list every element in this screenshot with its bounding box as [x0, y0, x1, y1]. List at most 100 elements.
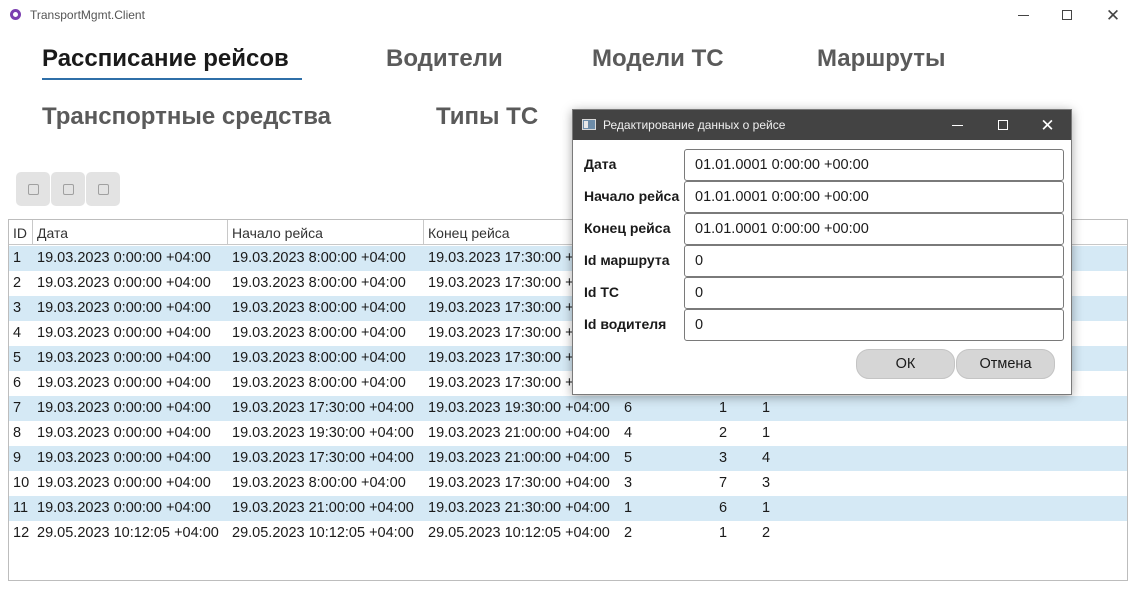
active-tab-indicator [42, 78, 302, 80]
table-cell: 19.03.2023 17:30:00 +04:00 [232, 400, 414, 416]
table-cell: 19.03.2023 19:30:00 +04:00 [428, 400, 610, 416]
delete-icon [97, 183, 109, 195]
table-cell: 19.03.2023 8:00:00 +04:00 [232, 250, 406, 266]
maximize-button[interactable] [1044, 0, 1090, 30]
table-row[interactable]: 8 19.03.2023 0:00:00 +04:00 19.03.2023 19:… [9, 421, 1127, 446]
edit-button[interactable] [16, 172, 50, 206]
table-cell: 2 [719, 425, 728, 441]
column-header-id[interactable]: ID [9, 220, 33, 245]
table-cell: 19.03.2023 0:00:00 +04:00 [37, 475, 211, 491]
table-cell: 29.05.2023 10:12:05 +04:00 [428, 525, 610, 541]
table-cell: 19.03.2023 19:30:00 +04:00 [232, 425, 414, 441]
maximize-icon [1062, 10, 1072, 20]
vehicle-id-field[interactable] [684, 277, 1064, 309]
minimize-icon [1017, 14, 1029, 16]
edit-trip-dialog: Редактирование данных о рейсе ✕ Дата Нач… [572, 109, 1072, 395]
table-cell: 1 [762, 400, 771, 416]
table-cell: 3 [13, 300, 22, 316]
table-cell: 6 [13, 375, 22, 391]
delete-button[interactable] [86, 172, 120, 206]
column-header-date[interactable]: Дата [33, 220, 228, 245]
dialog-title: Редактирование данных о рейсе [603, 118, 786, 132]
table-cell: 19.03.2023 0:00:00 +04:00 [37, 450, 211, 466]
table-cell: 2 [762, 525, 771, 541]
driver-id-field[interactable] [684, 309, 1064, 341]
table-cell: 19.03.2023 21:00:00 +04:00 [428, 450, 610, 466]
table-row[interactable]: 10 19.03.2023 0:00:00 +04:00 19.03.2023 8:… [9, 471, 1127, 496]
add-button[interactable] [51, 172, 85, 206]
app-icon [10, 9, 21, 20]
tab-vehicles[interactable]: Транспортные средства [42, 103, 331, 131]
table-cell: 11 [13, 500, 29, 516]
window-title: TransportMgmt.Client [30, 8, 145, 22]
table-cell: 29.05.2023 10:12:05 +04:00 [232, 525, 414, 541]
end-label: Конец рейса [584, 220, 671, 236]
dialog-window-icon [582, 119, 596, 130]
table-cell: 19.03.2023 8:00:00 +04:00 [232, 375, 406, 391]
minimize-button[interactable] [1000, 0, 1046, 30]
minimize-icon [952, 124, 963, 126]
driver-id-label: Id водителя [584, 316, 667, 332]
table-cell: 19.03.2023 8:00:00 +04:00 [232, 325, 406, 341]
table-cell: 29.05.2023 10:12:05 +04:00 [37, 525, 219, 541]
ok-button[interactable]: ОК [856, 349, 955, 379]
table-cell: 4 [13, 325, 22, 341]
table-cell: 19.03.2023 21:30:00 +04:00 [428, 500, 610, 516]
date-label: Дата [584, 156, 617, 172]
table-row[interactable]: 9 19.03.2023 0:00:00 +04:00 19.03.2023 17:… [9, 446, 1127, 471]
vehicle-id-label: Id ТС [584, 284, 619, 300]
table-cell: 19.03.2023 0:00:00 +04:00 [37, 500, 211, 516]
table-cell: 1 [762, 500, 771, 516]
tab-vehicle-models[interactable]: Модели ТС [592, 45, 724, 73]
table-cell: 8 [13, 425, 22, 441]
route-id-label: Id маршрута [584, 252, 670, 268]
start-field[interactable] [684, 181, 1064, 213]
table-cell: 3 [624, 475, 633, 491]
table-cell: 3 [719, 450, 728, 466]
dialog-title-bar: Редактирование данных о рейсе ✕ [573, 110, 1071, 140]
table-cell: 4 [624, 425, 633, 441]
table-cell: 9 [13, 450, 22, 466]
dialog-close-button[interactable]: ✕ [1025, 110, 1070, 140]
tab-routes[interactable]: Маршруты [817, 45, 946, 73]
table-cell: 6 [624, 400, 633, 416]
main-title-bar: TransportMgmt.Client ✕ [0, 0, 1136, 30]
end-field[interactable] [684, 213, 1064, 245]
table-cell: 5 [624, 450, 633, 466]
close-button[interactable]: ✕ [1090, 0, 1136, 30]
route-id-field[interactable] [684, 245, 1064, 277]
tab-schedule[interactable]: Рассписание рейсов [42, 45, 289, 73]
dialog-minimize-button[interactable] [935, 110, 980, 140]
table-cell: 6 [719, 500, 728, 516]
table-cell: 19.03.2023 0:00:00 +04:00 [37, 350, 211, 366]
maximize-icon [997, 120, 1008, 130]
tab-vehicle-types[interactable]: Типы ТС [436, 103, 538, 131]
table-row[interactable]: 11 19.03.2023 0:00:00 +04:00 19.03.2023 21… [9, 496, 1127, 521]
table-cell: 19.03.2023 21:00:00 +04:00 [428, 425, 610, 441]
table-row[interactable]: 12 29.05.2023 10:12:05 +04:00 29.05.2023 1… [9, 521, 1127, 546]
table-cell: 19.03.2023 0:00:00 +04:00 [37, 325, 211, 341]
tab-drivers[interactable]: Водители [386, 45, 503, 73]
table-cell: 1 [719, 525, 728, 541]
table-cell: 4 [762, 450, 771, 466]
table-cell: 1 [13, 250, 22, 266]
table-cell: 2 [13, 275, 22, 291]
table-cell: 12 [13, 525, 30, 541]
table-cell: 5 [13, 350, 22, 366]
table-cell: 19.03.2023 0:00:00 +04:00 [37, 400, 211, 416]
table-row[interactable]: 7 19.03.2023 0:00:00 +04:00 19.03.2023 17:… [9, 396, 1127, 421]
dialog-maximize-button[interactable] [980, 110, 1025, 140]
table-cell: 19.03.2023 8:00:00 +04:00 [232, 350, 406, 366]
table-cell: 19.03.2023 21:00:00 +04:00 [232, 500, 414, 516]
table-cell: 19.03.2023 0:00:00 +04:00 [37, 275, 211, 291]
table-cell: 7 [13, 400, 22, 416]
table-cell: 1 [719, 400, 728, 416]
close-icon: ✕ [1040, 115, 1055, 135]
column-header-start[interactable]: Начало рейса [228, 220, 424, 245]
table-cell: 19.03.2023 0:00:00 +04:00 [37, 300, 211, 316]
table-cell: 1 [762, 425, 771, 441]
cancel-button[interactable]: Отмена [956, 349, 1055, 379]
table-cell: 19.03.2023 17:30:00 +04:00 [232, 450, 414, 466]
date-field[interactable] [684, 149, 1064, 181]
table-cell: 1 [624, 500, 633, 516]
